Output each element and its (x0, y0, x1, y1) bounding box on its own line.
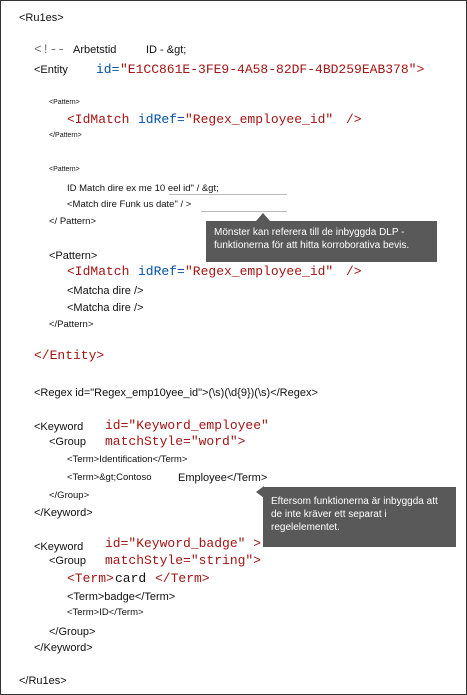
keyword2-term1-value: card (115, 571, 147, 586)
keyword2-term1-open: <Term> (67, 571, 114, 586)
entity-id-attr: id= (96, 62, 120, 77)
regex-line: <Regex id="Regex_emp10yee_id">(\s)(\d{9}… (34, 387, 318, 399)
keyword1-id: id="Keyword_employee" (105, 418, 269, 433)
entity-id-value: "E1CC861E-3FE9-4A58-82DF-4BD259EAB378"> (120, 62, 425, 77)
pattern2-close: </ Pattern> (49, 216, 97, 227)
entity-open-tag: <Entity (34, 64, 68, 76)
match3b: <Matcha dire /> (67, 302, 144, 314)
idmatch3-attr: idRef= (138, 264, 185, 279)
idmatch1-attr: idRef= (138, 112, 185, 127)
idmatch1-close: /> (346, 112, 362, 127)
keyword2-term1-close: </Term> (155, 571, 210, 586)
keyword1-term2: <Term>&gt;Contoso (67, 472, 152, 483)
rules-close-tag: </Ru1es> (19, 675, 67, 687)
comment-open: <!-- (34, 42, 66, 57)
pattern2-line2: <Match dire Funk us date" / > (67, 199, 192, 210)
rules-open-tag: <Ru1es> (19, 12, 64, 24)
keyword2-term2: <Term>badge</Term> (67, 591, 176, 603)
match3a: <Matcha dire /> (67, 285, 144, 297)
keyword1-close: </Keyword> (34, 507, 93, 519)
comment-id: ID - &gt; (146, 44, 187, 56)
keyword2-group: <Group (49, 555, 86, 567)
keyword1-group-close: </Group> (49, 490, 90, 501)
pattern3-open: <Pattern> (49, 250, 98, 262)
xml-rules-document: <Ru1es> <!-- Arbetstid ID - &gt; <Entity… (0, 0, 467, 695)
pattern2-open: <Pattern> (49, 166, 80, 173)
keyword1-matchstyle: matchStyle="word"> (105, 434, 246, 449)
keyword2-open: <Keyword (34, 541, 84, 553)
pattern2-line1: ID Match dire ex me 10 eel id" / &gt; (67, 183, 219, 194)
keyword2-id: id="Keyword_badge" > (105, 536, 262, 551)
keyword1-term2-cont: Employee</Term> (178, 472, 268, 484)
keyword2-group-close: </Group> (49, 626, 96, 638)
keyword1-term1: <Term>Identification</Term> (67, 454, 188, 465)
idmatch3-close: /> (346, 264, 362, 279)
idmatch1-value: "Regex_employee_id" (185, 112, 334, 127)
keyword2-matchstyle: matchStyle="string"> (105, 553, 262, 568)
keyword1-group: <Group (49, 436, 86, 448)
pattern1-close: </Pattern> (49, 132, 82, 139)
keyword1-open: <Keyword (34, 421, 84, 433)
comment-label: Arbetstid (73, 44, 117, 56)
callout-builtin-functions: Eftersom funktionerna är inbyggda att de… (263, 487, 456, 547)
callout-pointer (256, 213, 270, 221)
leader-line (201, 211, 287, 212)
pattern3-close: </Pattern> (49, 319, 94, 330)
idmatch3-tag: <IdMatch (67, 264, 130, 279)
keyword2-term3: <Term>ID</Term> (67, 607, 144, 618)
idmatch3-value: "Regex_employee_id" (185, 264, 334, 279)
keyword2-close: </Keyword> (34, 642, 93, 654)
pattern1-open: <Pattern> (49, 99, 80, 106)
idmatch1-tag: <IdMatch (67, 112, 130, 127)
leader-line (169, 194, 287, 195)
callout-dlp-functions: Mönster kan referera till de inbyggda DL… (206, 221, 437, 262)
entity-close-tag: </Entity> (34, 348, 105, 363)
